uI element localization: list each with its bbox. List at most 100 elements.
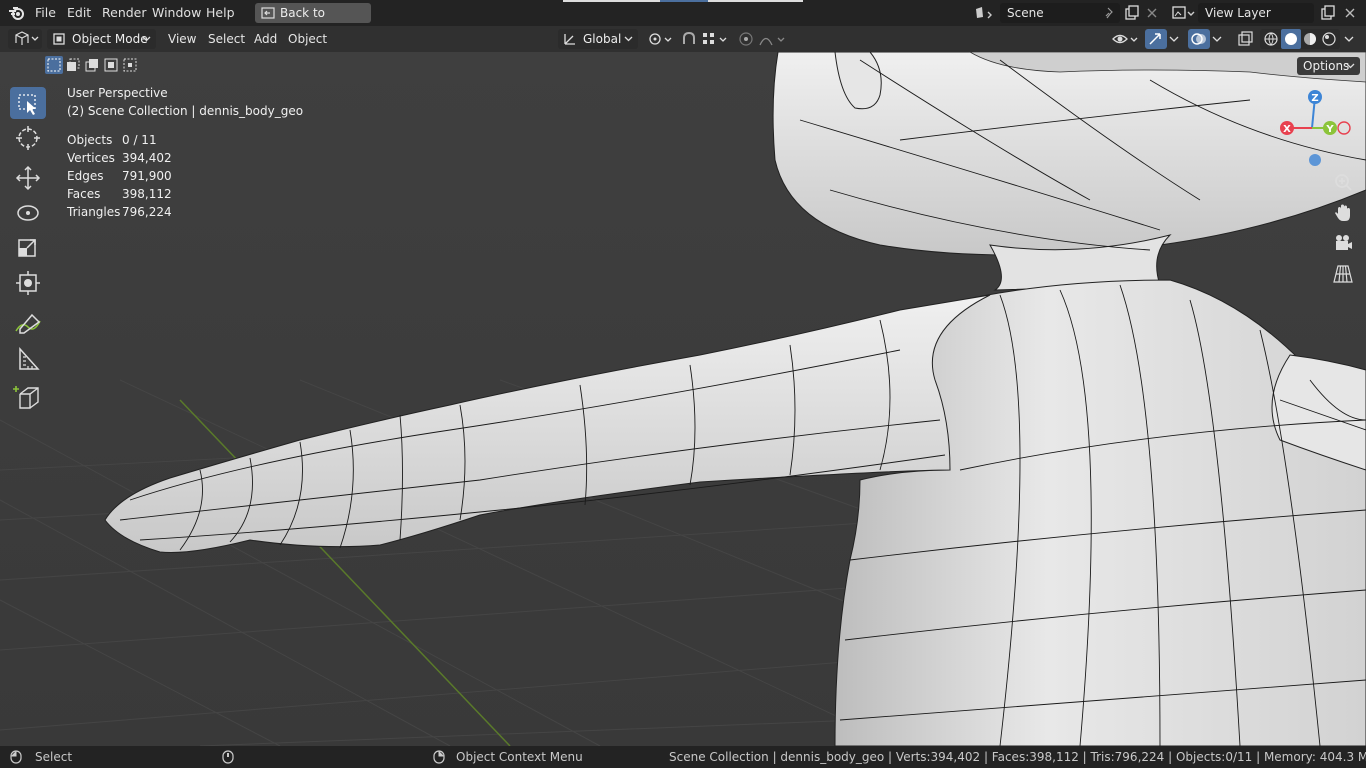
annotate-tool[interactable] (10, 307, 46, 339)
select-invert-icon[interactable] (102, 56, 120, 74)
select-new-icon[interactable] (45, 56, 63, 74)
menu-add[interactable]: Add (254, 30, 277, 48)
stat-label: Vertices (67, 151, 115, 165)
stat-value: 791,900 (122, 169, 172, 183)
mode-dropdown[interactable]: Object Mode (47, 29, 156, 49)
chevron-down-icon (624, 36, 633, 42)
wireframe-shading-icon[interactable] (1263, 31, 1279, 47)
3d-viewport[interactable]: Z X Y (0, 52, 1366, 746)
transform-tool[interactable] (10, 267, 46, 299)
orientation-icon (564, 34, 575, 45)
cursor-icon (16, 126, 40, 150)
stat-label: Triangles (67, 205, 121, 219)
scale-tool[interactable] (10, 232, 46, 264)
scene-name: Scene (1007, 6, 1044, 20)
perspective-toggle-icon[interactable] (1332, 263, 1354, 285)
options-dropdown[interactable]: Options (1297, 57, 1360, 75)
pivot-point-icon[interactable] (646, 30, 674, 48)
snap-toggle-icon[interactable] (680, 30, 698, 48)
view3d-icon (15, 31, 39, 45)
material-shading-icon[interactable] (1302, 31, 1318, 47)
menu-render[interactable]: Render (102, 0, 147, 26)
shading-mode-group (1260, 29, 1340, 49)
back-to-previous-button[interactable]: Back to Previous (255, 3, 371, 40)
rotate-tool[interactable] (10, 197, 46, 229)
gizmo-x-label: X (1283, 124, 1291, 135)
menu-file[interactable]: File (35, 0, 56, 26)
menu-window[interactable]: Window (152, 0, 201, 26)
pan-hand-icon[interactable] (1332, 202, 1354, 224)
object-mode-icon (53, 33, 65, 45)
stat-value: 796,224 (122, 205, 172, 219)
snap-target-icon[interactable] (700, 30, 730, 48)
gizmo-toggle-button[interactable] (1145, 29, 1167, 49)
blender-logo-icon[interactable] (8, 5, 26, 21)
rendered-shading-icon[interactable] (1321, 31, 1337, 47)
chevron-down-icon[interactable] (1212, 36, 1222, 43)
add-cube-tool[interactable] (10, 382, 46, 414)
delete-view-layer-button[interactable] (1340, 3, 1360, 23)
solid-shading-button[interactable] (1281, 29, 1301, 49)
new-scene-button[interactable] (1122, 3, 1142, 23)
viewport-scene[interactable]: Z X Y (0, 52, 1366, 746)
menu-edit[interactable]: Edit (67, 0, 91, 26)
menu-select[interactable]: Select (208, 30, 245, 48)
measure-tool[interactable] (10, 343, 46, 375)
select-intersect-icon[interactable] (121, 56, 139, 74)
stat-label: Faces (67, 187, 101, 201)
scene-name-field[interactable]: Scene (1000, 3, 1120, 23)
gizmo-neg-z-axis[interactable] (1309, 154, 1321, 166)
falloff-icon[interactable] (758, 30, 788, 48)
view-layer-browse-button[interactable] (1170, 3, 1195, 23)
view-layer-name: View Layer (1205, 6, 1271, 20)
mode-label: Object Mode (72, 32, 148, 46)
chevron-down-icon[interactable] (1344, 36, 1354, 43)
pin-icon[interactable] (1104, 7, 1116, 19)
viewport-collection-info: (2) Scene Collection | dennis_body_geo (67, 104, 304, 118)
zoom-icon[interactable] (1332, 172, 1354, 194)
xray-toggle-icon[interactable] (1236, 30, 1254, 48)
viewport-header: Object Mode View Select Add Object Globa… (0, 26, 1366, 52)
camera-view-icon[interactable] (1332, 232, 1354, 254)
stat-label: Edges (67, 169, 104, 183)
overlay-icon (1191, 33, 1206, 45)
mouse-left-icon (10, 750, 22, 764)
scene-icon (976, 7, 992, 19)
scene-browse-button[interactable] (972, 3, 992, 23)
move-icon (15, 165, 41, 191)
visibility-icon[interactable] (1111, 30, 1141, 48)
cursor-tool[interactable] (10, 122, 46, 154)
editor-type-button[interactable] (8, 29, 42, 49)
view-layer-field[interactable]: View Layer (1198, 3, 1314, 23)
duplicate-icon (1321, 5, 1335, 20)
select-subtract-icon[interactable] (83, 56, 101, 74)
options-label: Options (1303, 59, 1350, 73)
stat-value: 398,112 (122, 187, 172, 201)
status-info: Scene Collection | dennis_body_geo | Ver… (669, 750, 1366, 764)
workspace-tab-active-indicator[interactable] (660, 0, 708, 2)
new-view-layer-button[interactable] (1318, 3, 1338, 23)
stat-value: 0 / 11 (122, 133, 157, 147)
transform-orientation-dropdown[interactable]: Global (558, 29, 638, 49)
close-icon (1147, 8, 1157, 18)
chevron-down-icon (1346, 63, 1355, 69)
move-tool[interactable] (10, 162, 46, 194)
stat-label: Objects (67, 133, 113, 147)
rotate-icon (17, 205, 39, 221)
menu-help[interactable]: Help (206, 0, 235, 26)
delete-scene-button[interactable] (1142, 3, 1162, 23)
stat-value: 394,402 (122, 151, 172, 165)
menu-view[interactable]: View (168, 30, 196, 48)
duplicate-icon (1125, 5, 1139, 20)
measure-icon (19, 347, 40, 370)
proportional-edit-icon[interactable] (737, 30, 755, 48)
viewport-view-name: User Perspective (67, 86, 168, 100)
annotate-icon (15, 313, 41, 334)
scale-icon (18, 239, 36, 257)
mouse-right-icon (433, 750, 445, 764)
select-box-tool[interactable] (10, 87, 46, 119)
chevron-down-icon[interactable] (1169, 36, 1179, 43)
select-extend-icon[interactable] (64, 56, 82, 74)
menu-object[interactable]: Object (288, 30, 327, 48)
overlay-toggle-button[interactable] (1188, 29, 1210, 49)
